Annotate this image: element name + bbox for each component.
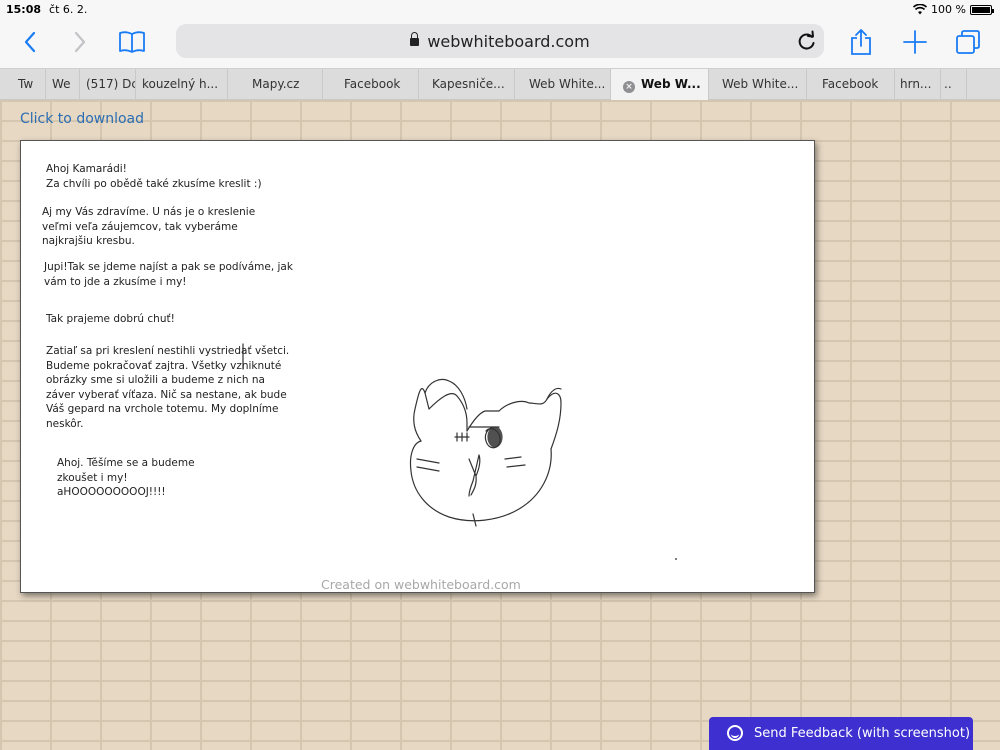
tab-item[interactable]: Mapy.cz: [228, 69, 323, 100]
reload-icon[interactable]: [796, 30, 818, 52]
download-link[interactable]: Click to download: [20, 111, 144, 127]
feedback-label: Send Feedback (with screenshot): [754, 726, 971, 741]
wifi-icon: [913, 4, 928, 15]
browser-toolbar: webwhiteboard.com: [0, 20, 1000, 68]
lock-icon: [410, 32, 420, 46]
tabs-overview-button[interactable]: [950, 26, 986, 58]
tab-item-active[interactable]: × Web W...: [611, 69, 709, 100]
forward-button[interactable]: [62, 26, 98, 58]
tab-item[interactable]: hrn...: [895, 69, 941, 100]
battery-icon: [970, 4, 994, 15]
chevron-left-icon: [24, 31, 36, 53]
tab-item[interactable]: Web White...: [709, 69, 807, 100]
tab-item[interactable]: Web White...: [515, 69, 611, 100]
bookmarks-button[interactable]: [114, 26, 150, 58]
tab-item[interactable]: Kapesniče...: [419, 69, 515, 100]
url-text: webwhiteboard.com: [427, 32, 590, 51]
watermark-text: Created on webwhiteboard.com: [321, 577, 521, 592]
url-display: webwhiteboard.com: [176, 32, 824, 51]
whiteboard[interactable]: Ahoj Kamarádi! Za chvíli po obědě také z…: [20, 140, 815, 593]
status-right: 100 %: [913, 3, 994, 16]
smile-icon: [727, 725, 743, 741]
close-tab-icon[interactable]: ×: [623, 81, 635, 93]
share-icon: [851, 29, 871, 55]
tab-item[interactable]: kouzelný h...: [136, 69, 228, 100]
status-bar: 15:08 čt 6. 2. 100 %: [0, 0, 1000, 20]
tab-item[interactable]: Tw: [12, 69, 46, 100]
status-time-date: 15:08 čt 6. 2.: [6, 3, 87, 16]
cat-drawing: [242, 343, 677, 560]
send-feedback-button[interactable]: Send Feedback (with screenshot): [709, 717, 973, 750]
plus-icon: [903, 30, 927, 54]
chevron-right-icon: [74, 31, 86, 53]
tab-label: Web W...: [641, 77, 701, 91]
battery-percent: 100 %: [931, 3, 966, 16]
back-button[interactable]: [12, 26, 48, 58]
tab-item[interactable]: ..: [941, 69, 967, 100]
address-bar[interactable]: webwhiteboard.com: [176, 24, 824, 58]
tab-item[interactable]: Facebook: [807, 69, 895, 100]
new-tab-button[interactable]: [897, 26, 933, 58]
share-button[interactable]: [843, 26, 879, 58]
tab-strip: Tw We (517) Dc kouzelný h... Mapy.cz Fac…: [0, 68, 1000, 100]
tab-item[interactable]: We: [46, 69, 80, 100]
tab-item[interactable]: Facebook: [323, 69, 419, 100]
status-date: čt 6. 2.: [49, 3, 88, 16]
book-icon: [119, 31, 145, 53]
status-time: 15:08: [6, 3, 42, 16]
tab-item[interactable]: (517) Dc: [80, 69, 136, 100]
tabs-icon: [956, 30, 980, 54]
